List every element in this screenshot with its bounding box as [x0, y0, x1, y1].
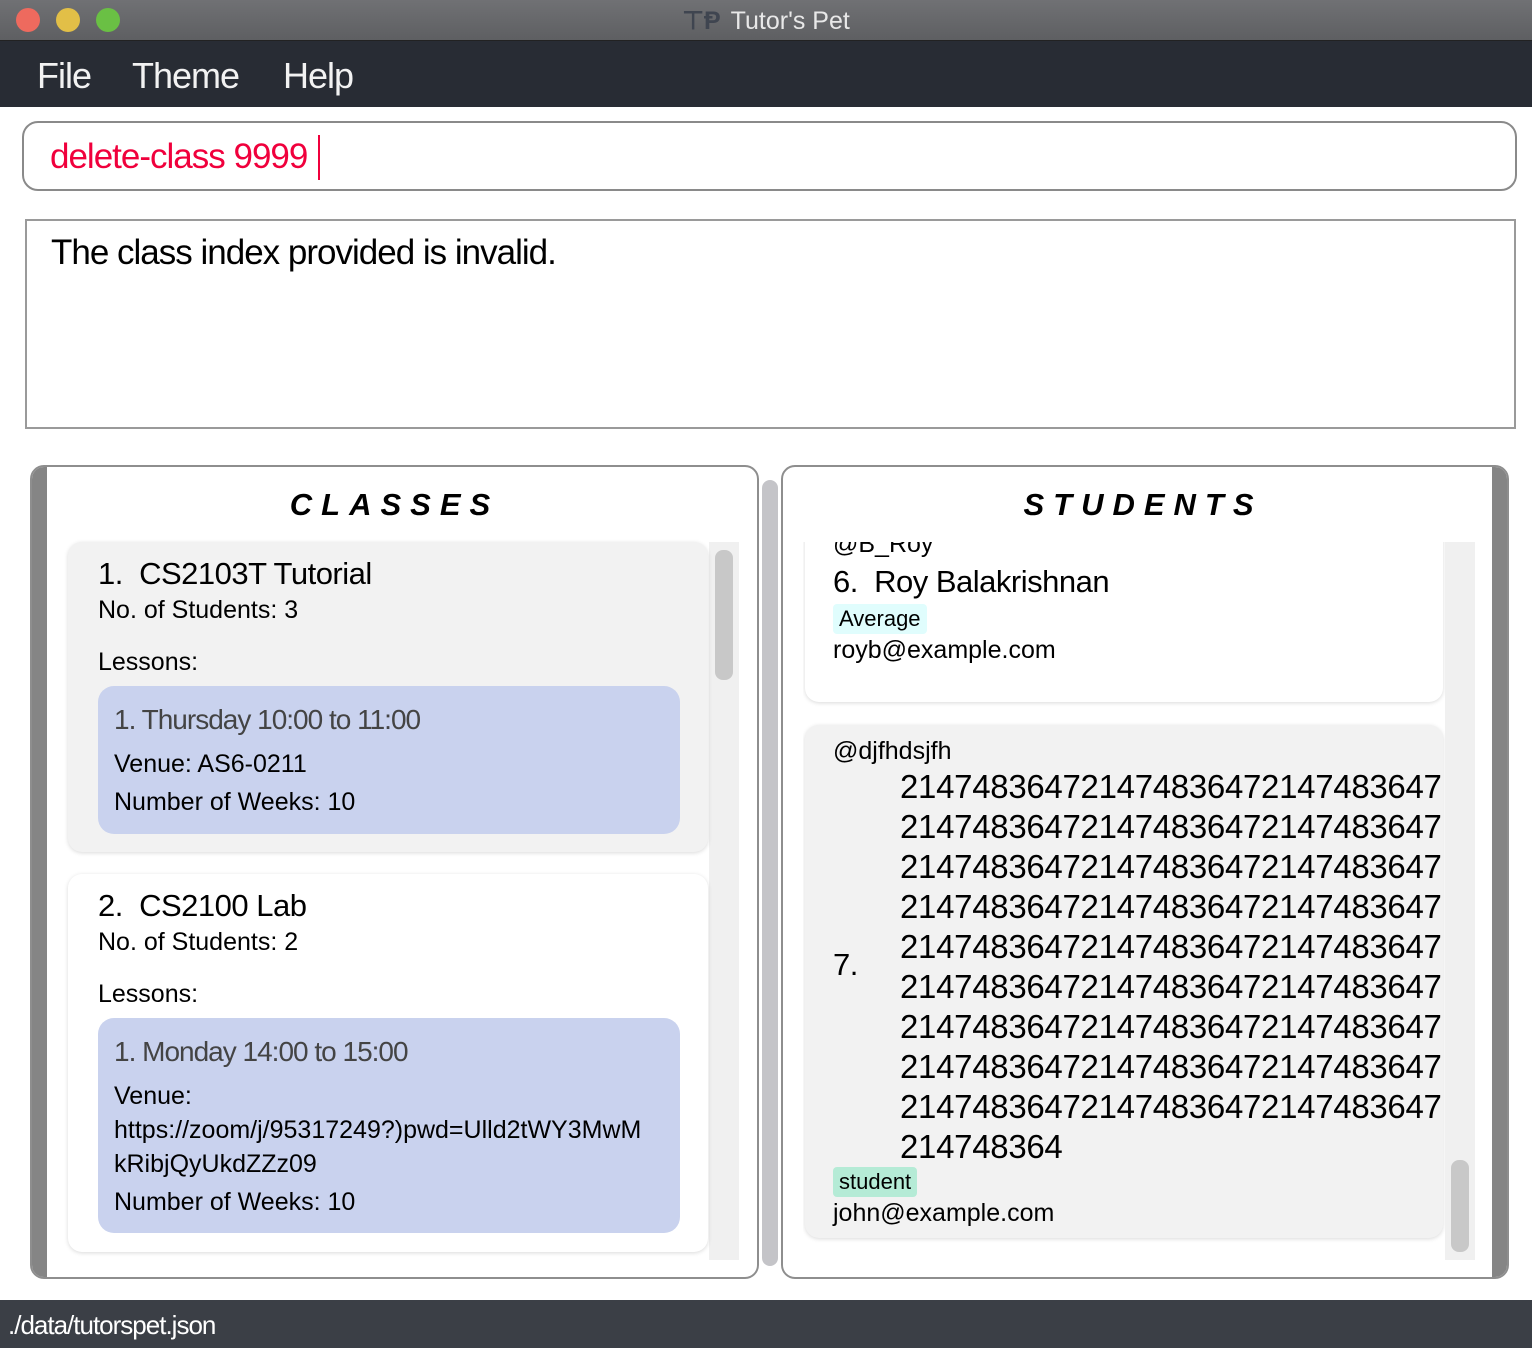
lesson-weeks: Number of Weeks: 10	[114, 1188, 356, 1216]
student-count: No. of Students: 3	[98, 596, 298, 625]
scrollbar-thumb[interactable]	[1451, 1160, 1469, 1252]
result-text: The class index provided is invalid.	[51, 233, 557, 272]
student-count-value: 3	[284, 596, 299, 624]
student-tag: student	[833, 1167, 918, 1197]
class-card[interactable]: 2. CS2100 Lab No. of Students: 2 Lessons…	[68, 874, 708, 1252]
lesson-venue-cont: kRibjQyUkdZZz09	[114, 1150, 317, 1178]
students-list: @B_Roy 6. Roy Balakrishnan Average royb@…	[803, 542, 1475, 1260]
lessons-label: Lessons:	[98, 648, 199, 676]
student-name: Roy Balakrishnan	[874, 564, 1110, 599]
student-card[interactable]: @B_Roy 6. Roy Balakrishnan Average royb@…	[805, 542, 1443, 702]
result-display: The class index provided is invalid.	[25, 219, 1516, 429]
title-bar: ⊤Ᵽ Tutor's Pet	[0, 0, 1532, 41]
lesson-venue: https://zoom/j/95317249?)pwd=Ulld2tWY3Mw…	[114, 1116, 642, 1144]
window-title-text: Tutor's Pet	[730, 7, 850, 35]
student-index: 6.	[833, 564, 858, 599]
window-title: ⊤Ᵽ Tutor's Pet	[0, 6, 1532, 36]
student-email: royb@example.com	[833, 636, 1056, 664]
student-count-label: No. of Students:	[98, 596, 278, 624]
app-logo-icon: ⊤Ᵽ	[682, 7, 721, 35]
menu-theme[interactable]: Theme	[132, 55, 240, 97]
lesson-venue: Venue: AS6-0211	[114, 750, 307, 778]
menu-file[interactable]: File	[37, 55, 92, 97]
panel-border	[32, 467, 47, 1277]
lesson-venue-label: Venue:	[114, 1082, 192, 1110]
lesson-card[interactable]: 1. Monday 14:00 to 15:00 Venue: https://…	[98, 1018, 680, 1233]
classes-panel: CLASSES 1. CS2103T Tutorial No. of Stude…	[30, 465, 759, 1279]
menu-bar: File Theme Help	[0, 41, 1532, 107]
classes-header: CLASSES	[289, 487, 500, 522]
classes-scrollbar[interactable]	[709, 542, 739, 1260]
class-name: CS2100 Lab	[139, 888, 307, 923]
class-index: 1.	[98, 556, 123, 591]
name-line: 214748364721474836472147483647	[900, 808, 1442, 845]
student-index: 7.	[833, 947, 858, 982]
name-line: 214748364721474836472147483647	[900, 888, 1442, 925]
lessons-label: Lessons:	[98, 980, 199, 1008]
student-count-label: No. of Students:	[98, 928, 278, 956]
lesson-title: 1. Thursday 10:00 to 11:00	[114, 704, 421, 735]
save-file-path: ./data/tutorspet.json	[8, 1310, 216, 1340]
command-text: delete-class 9999	[50, 137, 308, 176]
panel-border	[1492, 467, 1507, 1277]
menu-help[interactable]: Help	[283, 55, 354, 97]
students-header: STUDENTS	[1023, 487, 1263, 522]
student-title: 6. Roy Balakrishnan	[833, 564, 1110, 600]
student-count: No. of Students: 2	[98, 928, 298, 957]
student-count-value: 2	[284, 928, 299, 956]
name-line: 214748364721474836472147483647	[900, 968, 1442, 1005]
student-telegram: @B_Roy	[833, 542, 934, 558]
student-email: john@example.com	[833, 1199, 1055, 1227]
student-tag: Average	[833, 604, 927, 634]
name-line: 214748364721474836472147483647	[900, 928, 1442, 965]
lesson-card[interactable]: 1. Thursday 10:00 to 11:00 Venue: AS6-02…	[98, 686, 680, 834]
students-scrollbar[interactable]	[1445, 542, 1475, 1260]
name-line: 214748364721474836472147483647	[900, 848, 1442, 885]
students-panel: STUDENTS @B_Roy 6. Roy Balakrishnan Aver…	[781, 465, 1509, 1279]
text-caret	[318, 135, 320, 180]
name-line: 214748364721474836472147483647	[900, 768, 1442, 805]
name-line: 214748364721474836472147483647	[900, 1008, 1442, 1045]
class-index: 2.	[98, 888, 123, 923]
name-line: 214748364721474836472147483647	[900, 1048, 1442, 1085]
scrollbar-thumb[interactable]	[715, 550, 733, 680]
status-bar: ./data/tutorspet.json	[0, 1300, 1532, 1348]
lesson-title: 1. Monday 14:00 to 15:00	[114, 1036, 409, 1067]
class-card[interactable]: 1. CS2103T Tutorial No. of Students: 3 L…	[68, 542, 708, 852]
class-name: CS2103T Tutorial	[139, 556, 372, 591]
class-title: 1. CS2103T Tutorial	[98, 556, 372, 592]
split-pane-divider[interactable]	[762, 480, 778, 1266]
class-title: 2. CS2100 Lab	[98, 888, 307, 924]
name-line: 214748364721474836472147483647	[900, 1088, 1442, 1125]
student-card[interactable]: @djfhdsjfh 7. 21474836472147483647214748…	[805, 725, 1443, 1238]
name-line: 214748364	[900, 1128, 1063, 1165]
command-input[interactable]: delete-class 9999	[22, 121, 1517, 191]
student-telegram: @djfhdsjfh	[833, 737, 952, 765]
lesson-weeks: Number of Weeks: 10	[114, 788, 356, 816]
